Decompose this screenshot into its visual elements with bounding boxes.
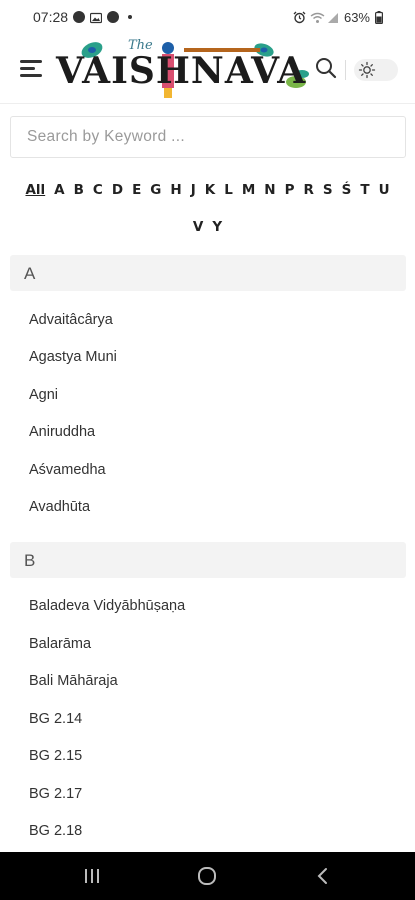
list-item[interactable]: Avadhūta xyxy=(29,499,90,515)
home-button[interactable] xyxy=(194,864,220,888)
battery-icon xyxy=(375,11,387,25)
alphabet-row: V Y xyxy=(0,215,415,239)
list-item[interactable]: Bali Māhāraja xyxy=(29,673,118,689)
list-item[interactable]: Baladeva Vidyābhūṣaṇa xyxy=(29,598,185,614)
menu-button[interactable] xyxy=(18,58,46,80)
letter-c[interactable]: C xyxy=(93,182,103,198)
back-icon xyxy=(317,868,327,884)
dot-icon xyxy=(128,15,133,19)
letter-d[interactable]: D xyxy=(112,182,123,198)
section-header-a: A xyxy=(10,255,406,291)
letter-r[interactable]: R xyxy=(303,182,313,198)
alphabet-row: All A B C D E G H J K L M N P R S Ś T U xyxy=(0,178,415,202)
battery-percent: 63% xyxy=(343,9,370,25)
status-time: 07:28 xyxy=(33,9,69,25)
search-input[interactable] xyxy=(11,117,405,157)
letter-u[interactable]: U xyxy=(379,182,390,198)
home-icon xyxy=(198,867,216,885)
section-header-b: B xyxy=(10,542,406,578)
status-left: 07:28 xyxy=(33,9,133,25)
letter-b[interactable]: B xyxy=(74,182,84,198)
letter-v[interactable]: V xyxy=(193,219,203,235)
search-button[interactable] xyxy=(314,56,338,80)
back-button[interactable] xyxy=(310,864,336,888)
list-item[interactable]: Aniruddha xyxy=(29,424,95,440)
wifi-icon xyxy=(310,11,325,23)
status-right: 63% xyxy=(293,10,387,25)
gallery-icon xyxy=(89,11,103,24)
header-divider xyxy=(345,60,346,80)
sun-icon xyxy=(358,61,376,79)
letter-y[interactable]: Y xyxy=(212,219,222,235)
app-circle-icon xyxy=(73,11,86,23)
letter-s[interactable]: S xyxy=(323,182,333,198)
system-nav-bar xyxy=(0,852,415,900)
status-bar: 07:28 63% xyxy=(0,0,415,34)
letter-p[interactable]: P xyxy=(285,182,295,198)
list-item[interactable]: Agastya Muni xyxy=(29,349,117,365)
alphabet-filter: All A B C D E G H J K L M N P R S Ś T U … xyxy=(0,178,415,252)
section-letter: A xyxy=(24,264,36,283)
theme-toggle[interactable] xyxy=(354,59,398,81)
letter-l[interactable]: L xyxy=(224,182,233,198)
app-header: The VAISHNAVA xyxy=(0,34,415,104)
letter-e[interactable]: E xyxy=(132,182,141,198)
hamburger-line xyxy=(20,60,42,63)
letter-a[interactable]: A xyxy=(54,182,64,198)
letter-k[interactable]: K xyxy=(205,182,215,198)
letter-n[interactable]: N xyxy=(264,182,275,198)
letter-t[interactable]: T xyxy=(360,182,369,198)
hamburger-line xyxy=(20,67,35,70)
list-item[interactable]: BG 2.14 xyxy=(29,711,82,727)
alarm-icon xyxy=(293,11,306,24)
letter-h[interactable]: H xyxy=(170,182,181,198)
search-box xyxy=(10,116,406,158)
list-item[interactable]: Advaitâcârya xyxy=(29,312,113,328)
recent-apps-icon xyxy=(85,869,99,883)
letter-all[interactable]: All xyxy=(25,182,45,198)
hamburger-line xyxy=(20,74,42,77)
search-icon xyxy=(316,58,337,79)
list-item[interactable]: Agni xyxy=(29,387,58,403)
list-item[interactable]: Balarāma xyxy=(29,636,91,652)
site-logo[interactable]: The VAISHNAVA xyxy=(56,38,312,100)
letter-s-acute[interactable]: Ś xyxy=(342,182,352,198)
recent-apps-button[interactable] xyxy=(79,864,105,888)
list-item[interactable]: BG 2.17 xyxy=(29,786,82,802)
logo-text: VAISHNAVA xyxy=(56,50,307,92)
list-item[interactable]: BG 2.15 xyxy=(29,748,82,764)
list-item[interactable]: BG 2.18 xyxy=(29,823,82,839)
section-letter: B xyxy=(24,551,36,570)
letter-g[interactable]: G xyxy=(150,182,161,198)
letter-m[interactable]: M xyxy=(242,182,255,198)
list-item[interactable]: Aśvamedha xyxy=(29,462,106,478)
letter-j[interactable]: J xyxy=(191,182,196,198)
facebook-icon xyxy=(107,11,120,23)
signal-icon xyxy=(327,11,339,23)
